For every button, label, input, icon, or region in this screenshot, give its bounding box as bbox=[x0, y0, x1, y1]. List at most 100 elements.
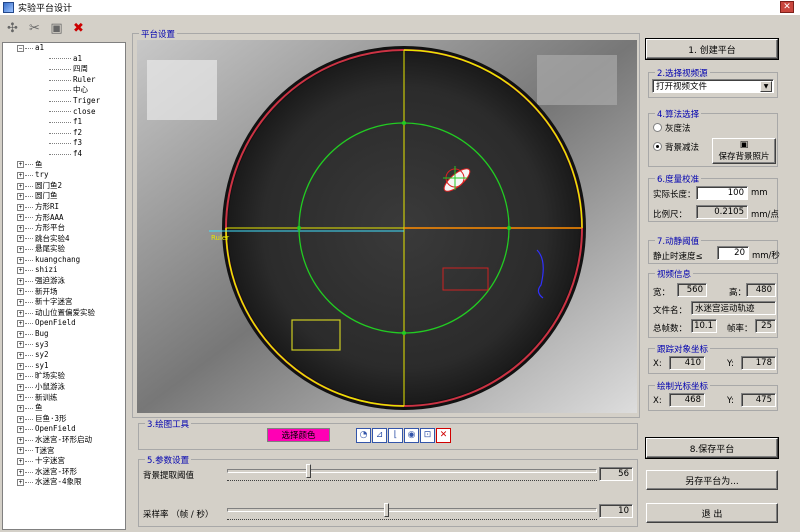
tree-leaf[interactable]: f1 bbox=[3, 117, 125, 128]
expand-icon[interactable]: + bbox=[17, 182, 24, 190]
bg-subtract-radio[interactable] bbox=[653, 142, 662, 151]
tree-group[interactable]: + 新训练 bbox=[3, 393, 125, 404]
expand-icon[interactable]: + bbox=[17, 288, 24, 296]
create-platform-button[interactable]: 1. 创建平台 bbox=[645, 38, 779, 60]
tree-group[interactable]: + 十字迷宫 bbox=[3, 456, 125, 467]
tree-group[interactable]: − a1 bbox=[3, 43, 125, 54]
tree-group[interactable]: + 新开场 bbox=[3, 287, 125, 298]
tree-group[interactable]: + 巨鱼·3形 bbox=[3, 414, 125, 425]
tree-group[interactable]: + 方形平台 bbox=[3, 223, 125, 234]
close-button[interactable]: ✕ bbox=[780, 1, 794, 13]
expand-icon[interactable]: + bbox=[17, 415, 24, 423]
rect-tool-icon[interactable]: ⊡ bbox=[420, 428, 435, 443]
tree-leaf[interactable]: 四周 bbox=[3, 64, 125, 75]
tree-group[interactable]: + 鱼 bbox=[3, 160, 125, 171]
anchor-point[interactable] bbox=[402, 121, 406, 125]
save-as-button[interactable]: 另存平台为... bbox=[646, 470, 778, 490]
select-color-button[interactable]: 选择颜色 bbox=[267, 428, 330, 442]
triangle-tool-icon[interactable]: ⊿ bbox=[372, 428, 387, 443]
tree-group[interactable]: + 方形RI bbox=[3, 202, 125, 213]
tree-group[interactable]: + shizi bbox=[3, 265, 125, 276]
video-view[interactable]: Ruler bbox=[137, 40, 637, 413]
sample-rate-track[interactable] bbox=[227, 508, 597, 512]
tree-group[interactable]: + 水迷宫-环形启动 bbox=[3, 435, 125, 446]
tree-leaf[interactable]: f4 bbox=[3, 149, 125, 160]
video-source-select[interactable]: 打开视频文件 ▼ bbox=[652, 79, 774, 93]
tools-icon[interactable]: ✂ bbox=[25, 19, 44, 38]
tree-leaf[interactable]: a1 bbox=[3, 54, 125, 65]
expand-icon[interactable]: + bbox=[17, 299, 24, 307]
gray-method-radio[interactable] bbox=[653, 123, 662, 132]
circle-tool-icon[interactable]: ◔ bbox=[356, 428, 371, 443]
tree-leaf[interactable]: Ruler bbox=[3, 75, 125, 86]
tree-group[interactable]: + 跳台实验4 bbox=[3, 234, 125, 245]
expand-icon[interactable]: + bbox=[17, 479, 24, 487]
still-speed-input[interactable]: 20 bbox=[717, 246, 749, 260]
expand-icon[interactable]: + bbox=[17, 320, 24, 328]
expand-icon[interactable]: + bbox=[17, 246, 24, 254]
arrows-icon[interactable]: ✣ bbox=[3, 19, 22, 38]
tree-group[interactable]: + 鱼 bbox=[3, 403, 125, 414]
collapse-icon[interactable]: − bbox=[17, 44, 24, 52]
tree-group[interactable]: + Bug bbox=[3, 329, 125, 340]
tree-group[interactable]: + 水迷宫-环形 bbox=[3, 467, 125, 478]
palette-icon[interactable]: ▣ bbox=[47, 19, 66, 38]
tree-leaf[interactable]: close bbox=[3, 107, 125, 118]
ring-tool-icon[interactable]: ◉ bbox=[404, 428, 419, 443]
anchor-point[interactable] bbox=[507, 226, 511, 230]
expand-icon[interactable]: + bbox=[17, 457, 24, 465]
tree-group[interactable]: + 圆门鱼2 bbox=[3, 181, 125, 192]
tree-group[interactable]: + 小鼠游泳 bbox=[3, 382, 125, 393]
expand-icon[interactable]: + bbox=[17, 214, 24, 222]
tree-group[interactable]: + OpenField bbox=[3, 318, 125, 329]
expand-icon[interactable]: + bbox=[17, 373, 24, 381]
chevron-down-icon[interactable]: ▼ bbox=[760, 81, 772, 92]
color-cross-icon[interactable]: ✖ bbox=[69, 19, 88, 38]
tree-leaf[interactable]: 中心 bbox=[3, 85, 125, 96]
expand-icon[interactable]: + bbox=[17, 394, 24, 402]
expand-icon[interactable]: + bbox=[17, 383, 24, 391]
expand-icon[interactable]: + bbox=[17, 171, 24, 179]
polyline-tool-icon[interactable]: ⌊ bbox=[388, 428, 403, 443]
bg-threshold-slider[interactable] bbox=[306, 464, 312, 478]
sample-rate-slider[interactable] bbox=[384, 503, 390, 517]
expand-icon[interactable]: + bbox=[17, 436, 24, 444]
expand-icon[interactable]: + bbox=[17, 352, 24, 360]
exit-button[interactable]: 退 出 bbox=[646, 503, 778, 523]
tree-leaf[interactable]: f3 bbox=[3, 138, 125, 149]
save-platform-button[interactable]: 8.保存平台 bbox=[645, 437, 779, 459]
expand-icon[interactable]: + bbox=[17, 193, 24, 201]
tree-group[interactable]: + 旷场实验 bbox=[3, 371, 125, 382]
expand-icon[interactable]: + bbox=[17, 267, 24, 275]
real-length-input[interactable]: 100 bbox=[696, 186, 748, 200]
bg-threshold-track[interactable] bbox=[227, 469, 597, 473]
expand-icon[interactable]: + bbox=[17, 224, 24, 232]
tree-group[interactable]: + sy3 bbox=[3, 340, 125, 351]
expand-icon[interactable]: + bbox=[17, 235, 24, 243]
expand-icon[interactable]: + bbox=[17, 203, 24, 211]
save-bg-photo-button[interactable]: ▣ 保存背景照片 bbox=[712, 138, 776, 164]
expand-icon[interactable]: + bbox=[17, 362, 24, 370]
anchor-point[interactable] bbox=[297, 226, 301, 230]
tree-group[interactable]: + kuangchang bbox=[3, 255, 125, 266]
video-canvas[interactable]: Ruler bbox=[137, 40, 637, 413]
tree-group[interactable]: + 水迷宫-4象限 bbox=[3, 477, 125, 488]
expand-icon[interactable]: + bbox=[17, 404, 24, 412]
delete-tool-icon[interactable]: ✕ bbox=[436, 428, 451, 443]
tree-group[interactable]: + 方形AAA bbox=[3, 213, 125, 224]
tree-leaf[interactable]: f2 bbox=[3, 128, 125, 139]
expand-icon[interactable]: + bbox=[17, 309, 24, 317]
expand-icon[interactable]: + bbox=[17, 256, 24, 264]
tree-leaf[interactable]: Triger bbox=[3, 96, 125, 107]
expand-icon[interactable]: + bbox=[17, 447, 24, 455]
tree-group[interactable]: + OpenField bbox=[3, 424, 125, 435]
expand-icon[interactable]: + bbox=[17, 426, 24, 434]
expand-icon[interactable]: + bbox=[17, 341, 24, 349]
expand-icon[interactable]: + bbox=[17, 468, 24, 476]
tree-group[interactable]: + 圆门鱼 bbox=[3, 191, 125, 202]
tree-group[interactable]: + 动山位置偏爱实验 bbox=[3, 308, 125, 319]
expand-icon[interactable]: + bbox=[17, 330, 24, 338]
tree-group[interactable]: + sy1 bbox=[3, 361, 125, 372]
platform-tree[interactable]: − a1 a1 四周 Ruler 中心 Triger close f1 f2 f3 f4 + 鱼 + try +… bbox=[2, 42, 126, 530]
anchor-point[interactable] bbox=[402, 331, 406, 335]
